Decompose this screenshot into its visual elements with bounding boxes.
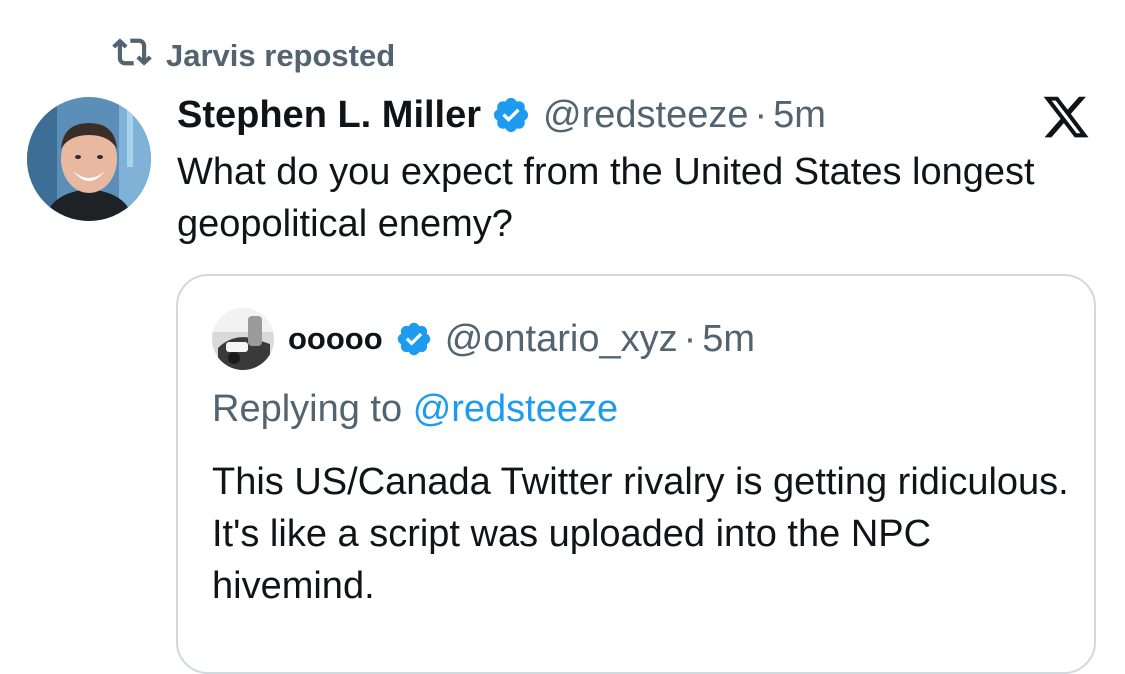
verified-badge-icon[interactable]	[491, 95, 531, 135]
quoted-timestamp[interactable]: 5m	[702, 318, 755, 361]
author-name[interactable]: Stephen L. Miller	[177, 94, 481, 137]
quoted-tweet-header: ooooo @ontario_xyz · 5m	[212, 308, 755, 370]
verified-badge-icon[interactable]	[395, 320, 433, 358]
repost-indicator[interactable]: Jarvis reposted	[112, 34, 395, 78]
timestamp[interactable]: 5m	[773, 94, 826, 137]
replying-mention-link[interactable]: @redsteeze	[413, 388, 618, 430]
separator-dot: ·	[683, 317, 697, 360]
quoted-avatar[interactable]	[212, 308, 274, 370]
repost-icon	[112, 32, 152, 80]
x-logo-icon[interactable]	[1041, 92, 1091, 142]
replying-prefix: Replying to	[212, 388, 403, 430]
quoted-tweet-card[interactable]: ooooo @ontario_xyz · 5m Replying to @red…	[176, 274, 1096, 674]
quoted-author-name[interactable]: ooooo	[288, 321, 383, 357]
quoted-tweet-text: This US/Canada Twitter rivalry is gettin…	[212, 461, 1069, 607]
separator-dot: ·	[754, 93, 768, 136]
avatar[interactable]	[27, 97, 151, 221]
repost-text: Jarvis reposted	[166, 38, 396, 73]
replying-to: Replying to @redsteeze	[212, 388, 618, 431]
author-handle[interactable]: @redsteeze	[543, 94, 748, 137]
tweet-text: What do you expect from the United State…	[177, 151, 1035, 245]
tweet-header: Stephen L. Miller @redsteeze · 5m	[177, 90, 826, 140]
quoted-author-handle[interactable]: @ontario_xyz	[445, 318, 678, 361]
